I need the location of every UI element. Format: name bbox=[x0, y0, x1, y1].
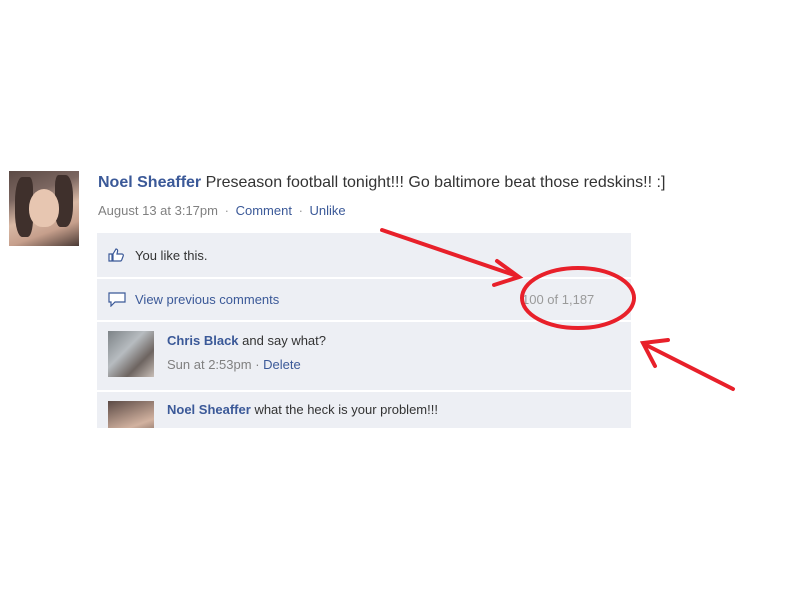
annotation-arrow-right bbox=[644, 343, 735, 391]
annotation-overlay bbox=[380, 228, 735, 391]
annotation-circle bbox=[520, 266, 636, 330]
facebook-story: Noel Sheaffer Preseason football tonight… bbox=[0, 0, 800, 600]
annotation-arrow-left bbox=[380, 228, 519, 278]
